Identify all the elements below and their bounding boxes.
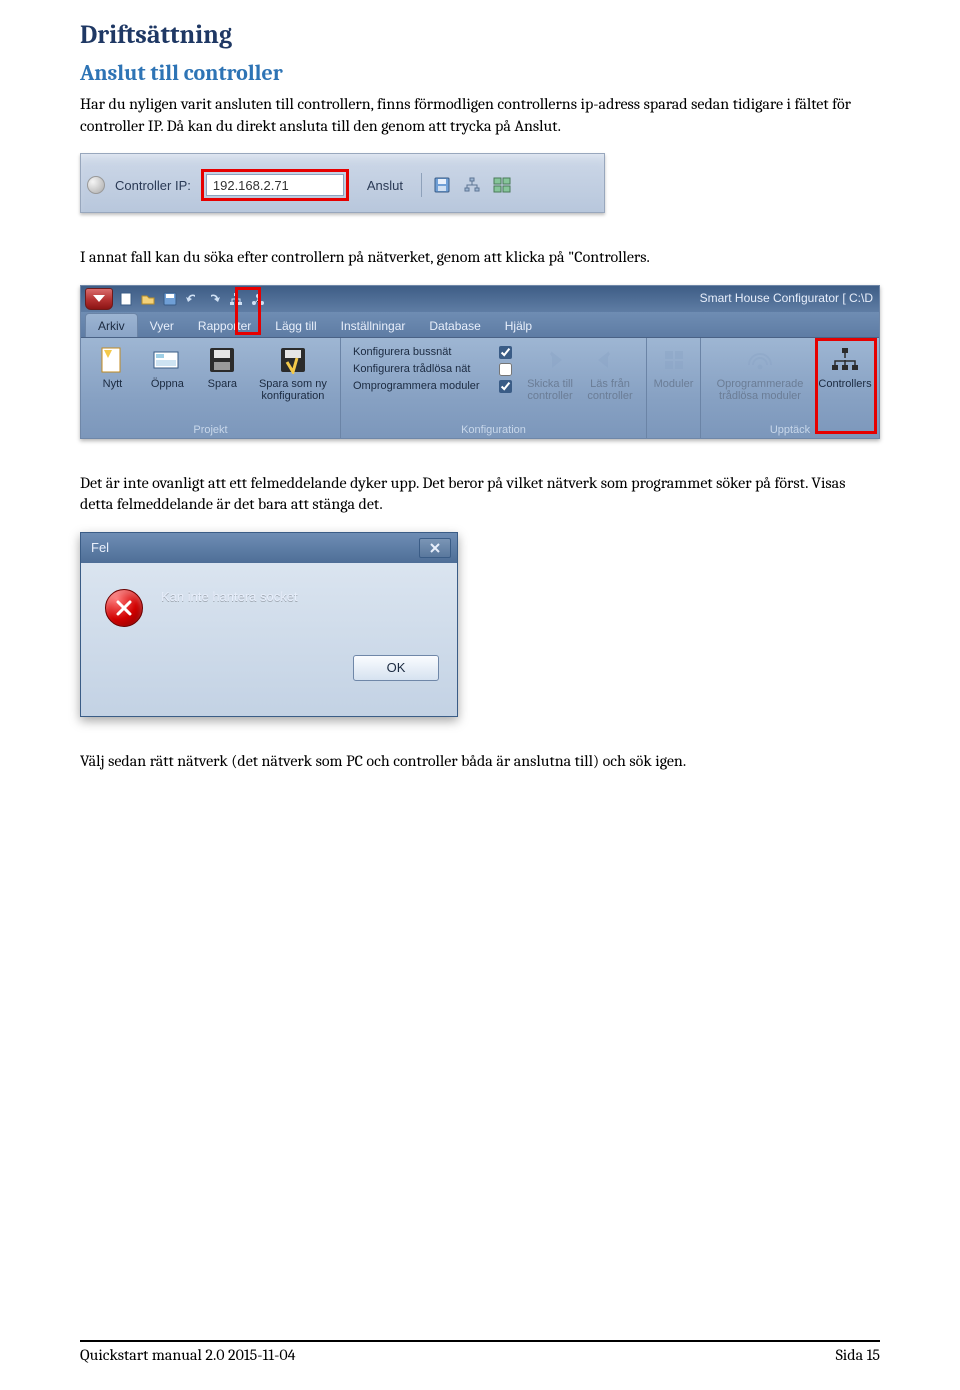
- ribbon-screenshot: Smart House Configurator [ C:\D Arkiv Vy…: [80, 285, 880, 439]
- config-wireless-label: Konfigurera trådlösa nät: [353, 363, 493, 375]
- config-wireless-checkbox[interactable]: [499, 363, 512, 376]
- footer-right: Sida 15: [836, 1346, 880, 1364]
- new-label: Nytt: [103, 378, 123, 390]
- body-paragraph-2: I annat fall kan du söka efter controlle…: [80, 247, 880, 269]
- tab-rapporter[interactable]: Rapporter: [186, 314, 263, 337]
- dialog-title: Fel: [91, 540, 109, 555]
- group-konfig-title: Konfiguration: [345, 422, 642, 436]
- save-as-button[interactable]: Spara som ny konfiguration: [250, 342, 336, 422]
- footer-left: Quickstart manual 2.0 2015-11-04: [80, 1346, 296, 1364]
- tree-icon[interactable]: [227, 290, 245, 308]
- page-footer: Quickstart manual 2.0 2015-11-04 Sida 15: [80, 1340, 880, 1364]
- controllers-label: Controllers: [818, 378, 871, 390]
- dialog-close-button[interactable]: [419, 538, 451, 558]
- error-icon: [105, 589, 143, 627]
- config-reprogram-checkbox[interactable]: [499, 380, 512, 393]
- ribbon-tabs: Arkiv Vyer Rapporter Lägg till Inställni…: [81, 312, 879, 338]
- save-icon[interactable]: [161, 290, 179, 308]
- dialog-message: Kan inte hantera socket: [161, 589, 298, 604]
- highlight-ip: [201, 169, 349, 201]
- config-reprogram-option[interactable]: Omprogrammera moduler: [353, 380, 512, 393]
- config-bus-label: Konfigurera bussnät: [353, 346, 493, 358]
- tree-icon[interactable]: [462, 176, 482, 194]
- save-as-label: Spara som ny konfiguration: [252, 378, 334, 402]
- section-title: Anslut till controller: [80, 60, 880, 86]
- new-icon[interactable]: [117, 290, 135, 308]
- body-paragraph-1: Har du nyligen varit ansluten till contr…: [80, 94, 880, 137]
- open-label: Öppna: [151, 378, 184, 390]
- group-modules-title: [651, 434, 696, 436]
- tab-database[interactable]: Database: [417, 314, 492, 337]
- tab-arkiv[interactable]: Arkiv: [85, 313, 138, 337]
- config-wireless-option[interactable]: Konfigurera trådlösa nät: [353, 363, 512, 376]
- connect-button[interactable]: Anslut: [359, 173, 411, 197]
- ok-button[interactable]: OK: [353, 655, 439, 681]
- controller-ip-input[interactable]: [206, 174, 344, 196]
- network-icon[interactable]: [249, 290, 267, 308]
- app-title: Smart House Configurator [ C:\D: [700, 291, 873, 305]
- config-reprogram-label: Omprogrammera moduler: [353, 380, 493, 392]
- open-button[interactable]: Öppna: [140, 342, 195, 422]
- controllers-button[interactable]: Controllers: [815, 342, 875, 422]
- close-icon: [429, 542, 441, 554]
- tab-installningar[interactable]: Inställningar: [329, 314, 418, 337]
- toolbar-screenshot: Controller IP: Anslut: [80, 153, 605, 213]
- read-from-controller-button: Läs från controller: [580, 342, 640, 422]
- quick-access-toolbar: Smart House Configurator [ C:\D: [81, 286, 879, 312]
- group-discover-title: Upptäck: [705, 422, 875, 436]
- redo-icon[interactable]: [205, 290, 223, 308]
- grid-icon[interactable]: [492, 176, 512, 194]
- body-paragraph-3: Det är inte ovanligt att ett felmeddelan…: [80, 473, 880, 516]
- tab-hjalp[interactable]: Hjälp: [493, 314, 544, 337]
- save-icon[interactable]: [432, 176, 452, 194]
- modules-label: Moduler: [654, 378, 694, 390]
- new-button[interactable]: Nytt: [85, 342, 140, 422]
- tab-lagg-till[interactable]: Lägg till: [263, 314, 328, 337]
- modules-button: Moduler: [651, 342, 696, 434]
- send-to-controller-button: Skicka till controller: [520, 342, 580, 422]
- undo-icon[interactable]: [183, 290, 201, 308]
- config-bus-checkbox[interactable]: [499, 346, 512, 359]
- controller-ip-label: Controller IP:: [115, 178, 191, 193]
- save-button[interactable]: Spara: [195, 342, 250, 422]
- unprogrammed-wireless-button: Oprogrammerade trådlösa moduler: [705, 342, 815, 422]
- app-menu-button[interactable]: [85, 288, 113, 310]
- body-paragraph-4: Välj sedan rätt nätverk (det nätverk som…: [80, 751, 880, 773]
- separator: [421, 173, 422, 197]
- page-title: Driftsättning: [80, 20, 880, 50]
- status-icon: [87, 176, 105, 194]
- save-label: Spara: [208, 378, 237, 390]
- config-bus-option[interactable]: Konfigurera bussnät: [353, 346, 512, 359]
- tab-vyer[interactable]: Vyer: [138, 314, 186, 337]
- error-dialog: Fel Kan inte hantera socket OK: [80, 532, 458, 717]
- open-icon[interactable]: [139, 290, 157, 308]
- unprog-label: Oprogrammerade trådlösa moduler: [707, 378, 813, 402]
- group-projekt-title: Projekt: [85, 422, 336, 436]
- read-label: Läs från controller: [582, 378, 638, 402]
- send-label: Skicka till controller: [522, 378, 578, 402]
